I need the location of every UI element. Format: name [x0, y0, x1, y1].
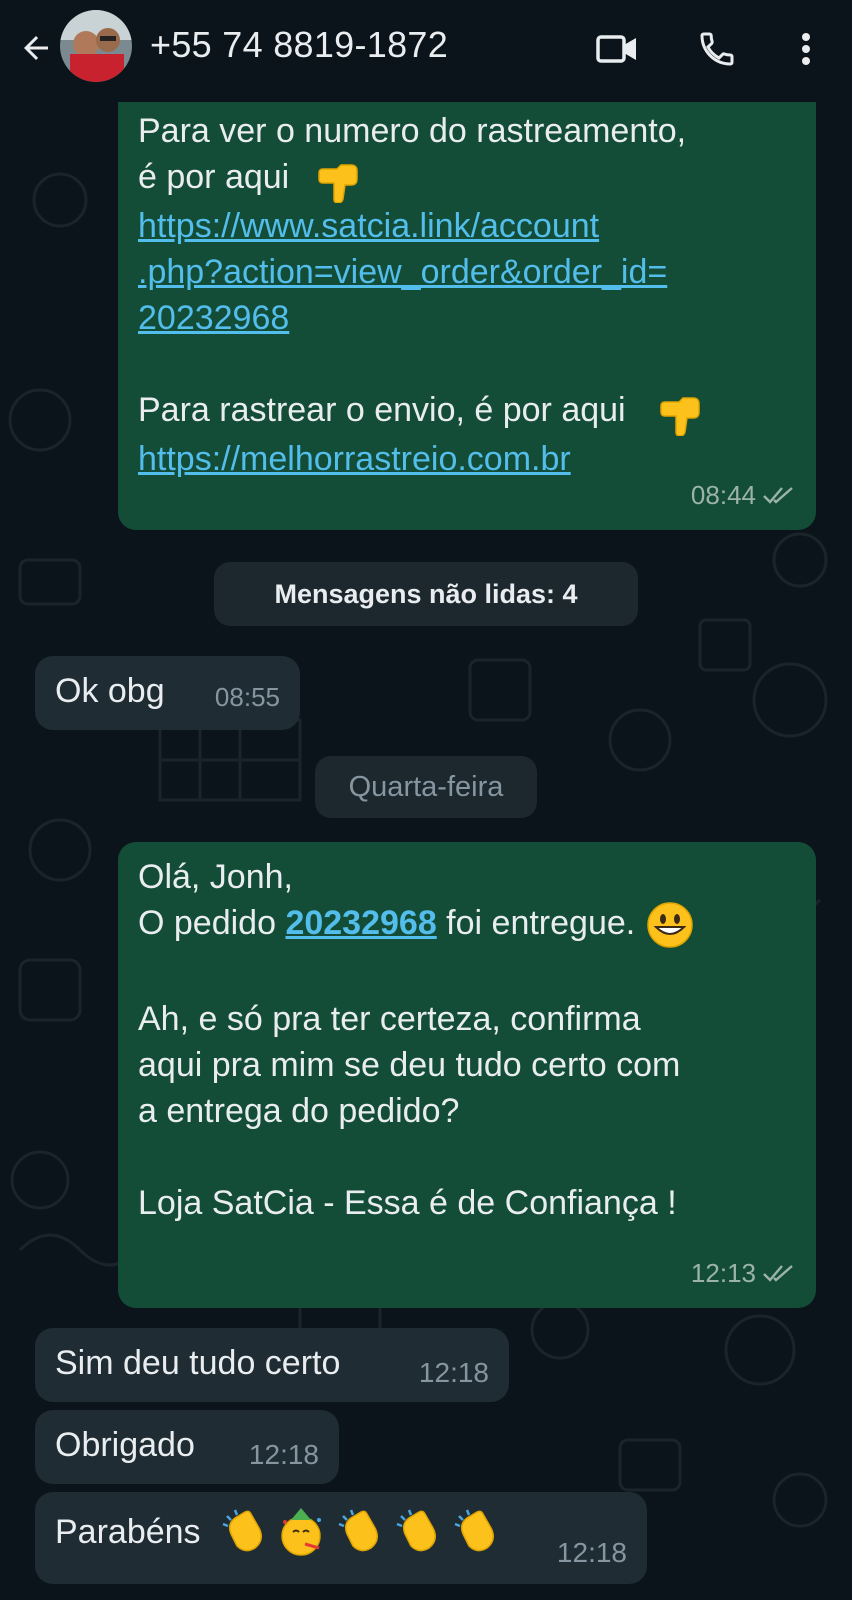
message-bubble-incoming[interactable]: Sim deu tudo certo 12:18 — [35, 1328, 509, 1402]
order-link[interactable]: 20232968 — [138, 299, 289, 337]
message-bubble-incoming[interactable]: Ok obg 08:55 — [35, 656, 300, 730]
message-meta: 12:13 — [691, 1250, 796, 1296]
message-bubble-incoming[interactable]: Obrigado 12:18 — [35, 1410, 339, 1484]
message-time: 12:18 — [556, 1537, 627, 1568]
arrow-left-icon — [24, 36, 48, 60]
message-time: 08:44 — [690, 480, 756, 510]
chat-header: +55 74 8819-1872 — [0, 0, 852, 102]
message-time: 12:18 — [248, 1439, 319, 1470]
message-bubble-incoming[interactable]: Parabéns 12:18 — [35, 1492, 647, 1584]
contact-avatar[interactable] — [60, 10, 132, 82]
message-time: 12:18 — [418, 1357, 489, 1388]
date-divider: Quarta-feira — [315, 756, 537, 818]
unread-messages-label: Mensagens não lidas: 4 — [274, 579, 578, 609]
clapping-hands-emoji-icon — [222, 1509, 262, 1552]
message-text: Ah, e só pra ter certeza, confirma — [138, 1000, 641, 1039]
voice-call-button[interactable] — [692, 24, 742, 74]
message-text: aqui pra mim se deu tudo certo com — [138, 1046, 681, 1085]
message-text: Obrigado — [55, 1426, 195, 1464]
message-time: 08:55 — [214, 682, 280, 712]
order-link[interactable]: https://www.satcia.link/account — [138, 207, 599, 245]
order-number-link[interactable]: 20232968 — [285, 904, 436, 942]
video-call-button[interactable] — [592, 24, 642, 74]
message-text: Parabéns — [55, 1513, 201, 1551]
message-text: a entrega do pedido? — [138, 1092, 460, 1131]
clapping-hands-emoji-icon — [396, 1509, 436, 1552]
partying-face-emoji-icon — [280, 1508, 321, 1556]
message-text-line: Para rastrear o envio, é por aqui — [138, 387, 818, 437]
message-meta: 12:18 — [419, 1350, 489, 1396]
message-text: Ok obg — [55, 672, 165, 710]
back-button[interactable] — [12, 24, 60, 72]
contact-name[interactable]: +55 74 8819-1872 — [150, 24, 448, 66]
message-meta: 08:44 — [691, 472, 796, 518]
message-text: Olá, Jonh, — [138, 858, 293, 896]
video-camera-icon — [596, 35, 636, 63]
pointing-down-emoji-icon — [660, 397, 700, 437]
more-vertical-icon — [802, 33, 810, 65]
message-bubble-outgoing[interactable]: Olá, Jonh, O pedido 20232968 foi entregu… — [118, 842, 816, 1308]
message-text: é por aqui — [138, 158, 290, 196]
message-time: 12:13 — [690, 1258, 756, 1288]
grinning-face-emoji-icon — [646, 902, 693, 948]
double-check-icon — [763, 487, 793, 504]
pointing-down-emoji-icon — [317, 164, 358, 204]
date-divider-label: Quarta-feira — [348, 771, 504, 803]
menu-button[interactable] — [781, 24, 831, 74]
message-text-line: O pedido 20232968 foi entregue. — [138, 900, 808, 950]
double-check-icon — [763, 1265, 793, 1282]
message-text: Para ver o numero do rastreamento, — [138, 112, 687, 150]
message-bubble-outgoing[interactable]: Para ver o numero do rastreamento, é por… — [118, 60, 816, 530]
clapping-hands-emoji-icon — [454, 1509, 494, 1552]
message-meta: 08:55 — [215, 674, 280, 720]
unread-messages-divider: Mensagens não lidas: 4 — [214, 562, 638, 626]
message-text: Sim deu tudo certo — [55, 1344, 341, 1382]
order-link[interactable]: .php?action=view_order&order_id= — [138, 253, 667, 291]
tracking-link[interactable]: https://melhorrastreio.com.br — [138, 440, 571, 478]
message-text: Loja SatCia - Essa é de Confiança ! — [138, 1184, 677, 1223]
message-meta: 12:18 — [249, 1432, 319, 1478]
message-text-line: é por aqui — [138, 154, 818, 204]
message-text: foi entregue. — [436, 904, 636, 942]
phone-icon — [700, 32, 734, 66]
message-meta: 12:18 — [557, 1530, 627, 1576]
message-text: Para rastrear o envio, é por aqui — [138, 391, 626, 430]
message-text: O pedido — [138, 904, 286, 942]
clapping-hands-emoji-icon — [338, 1509, 378, 1552]
